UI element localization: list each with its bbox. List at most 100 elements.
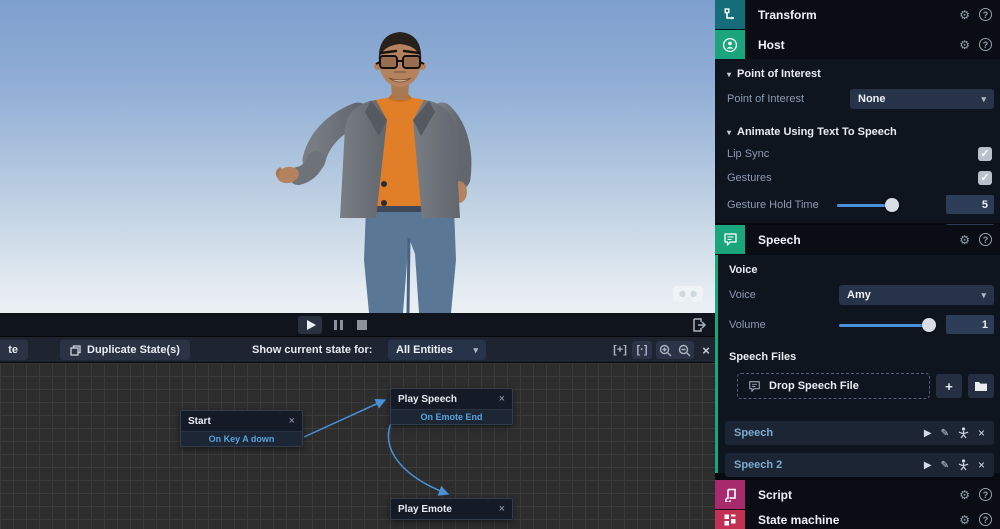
pop-out-icon[interactable] <box>691 317 707 333</box>
node-close-icon[interactable]: × <box>499 394 505 405</box>
node-title: Play Speech <box>398 394 457 405</box>
speech-files-section-header: Speech Files <box>715 339 1000 367</box>
node-event[interactable]: On Key A down <box>181 431 302 446</box>
graph-node-play-emote[interactable]: Play Emote × <box>390 498 513 520</box>
speech-component-body: Voice Voice Amy ▾ Volume 1 Speech Files <box>715 255 1000 473</box>
help-icon[interactable]: ? <box>979 233 992 246</box>
state-machine-toolbar: te Duplicate State(s) Show current state… <box>0 337 715 363</box>
voice-dropdown-value: Amy <box>847 289 871 301</box>
slider-knob[interactable] <box>922 318 936 332</box>
play-button[interactable] <box>298 316 322 334</box>
node-close-icon[interactable]: × <box>499 504 505 515</box>
plus-icon: + <box>945 379 953 394</box>
duplicate-state-button[interactable]: Duplicate State(s) <box>60 340 190 360</box>
poi-section-header[interactable]: ▾ Point of Interest <box>715 59 1000 84</box>
slider-knob[interactable] <box>885 198 899 212</box>
volume-slider[interactable] <box>839 318 938 332</box>
pause-button[interactable] <box>326 316 350 334</box>
component-title: Transform <box>758 8 959 22</box>
script-icon <box>715 480 745 509</box>
component-header-speech[interactable]: Speech ⚙ ? <box>715 225 1000 254</box>
host-icon <box>715 30 745 59</box>
edit-speech-file-icon[interactable]: ✎ <box>941 428 949 439</box>
drop-speech-file-zone[interactable]: Drop Speech File <box>737 373 930 399</box>
poi-label: Point of Interest <box>727 93 837 105</box>
frame-selected-button[interactable]: [·] <box>632 341 652 359</box>
gear-icon[interactable]: ⚙ <box>959 38 970 52</box>
component-header-state-machine[interactable]: State machine ⚙ ? <box>715 510 1000 529</box>
speech-file-row[interactable]: Speech ▶ ✎ × <box>725 421 994 445</box>
close-graph-button[interactable]: × <box>698 341 714 359</box>
app-window: te Duplicate State(s) Show current state… <box>0 0 1000 529</box>
edit-speech-file-icon[interactable]: ✎ <box>941 460 949 471</box>
gesture-hold-label: Gesture Hold Time <box>727 199 837 211</box>
speech-file-name: Speech <box>734 427 915 439</box>
voice-label: Voice <box>729 289 839 301</box>
zoom-out-icon[interactable] <box>678 344 691 357</box>
play-speech-file-icon[interactable]: ▶ <box>924 460 932 471</box>
partial-state-button[interactable]: te <box>0 340 28 360</box>
entities-dropdown-value: All Entities <box>396 344 453 356</box>
play-icon <box>307 320 316 330</box>
zoom-controls <box>656 341 694 359</box>
graph-node-start[interactable]: Start × On Key A down <box>180 410 303 447</box>
volume-label: Volume <box>729 319 839 331</box>
speech-file-row[interactable]: Speech 2 ▶ ✎ × <box>725 453 994 477</box>
help-icon[interactable]: ? <box>979 8 992 21</box>
gear-icon[interactable]: ⚙ <box>959 513 970 527</box>
copy-icon <box>70 345 81 356</box>
frame-all-icon: [+] <box>613 344 627 356</box>
inspector-panel: Transform ⚙ ? Host ⚙ ? ▾ Point of Intere… <box>715 0 1000 529</box>
voice-dropdown[interactable]: Amy ▾ <box>839 285 994 305</box>
gesture-mark-icon[interactable] <box>958 427 969 439</box>
volume-input[interactable]: 1 <box>946 315 994 334</box>
poi-dropdown[interactable]: None ▾ <box>850 89 994 109</box>
delete-speech-file-icon[interactable]: × <box>978 458 985 472</box>
duplicate-state-label: Duplicate State(s) <box>87 344 180 356</box>
component-header-transform[interactable]: Transform ⚙ ? <box>715 0 1000 29</box>
frame-all-button[interactable]: [+] <box>610 341 630 359</box>
poi-dropdown-value: None <box>858 93 886 105</box>
browse-files-button[interactable] <box>968 374 994 398</box>
state-graph-canvas[interactable]: Start × On Key A down Play Speech × On E… <box>0 363 715 529</box>
drop-speech-file-label: Drop Speech File <box>769 380 859 392</box>
component-header-host[interactable]: Host ⚙ ? <box>715 30 1000 59</box>
chevron-down-icon: ▾ <box>473 345 478 356</box>
node-title: Start <box>188 416 211 427</box>
help-icon[interactable]: ? <box>979 488 992 501</box>
tts-section-header[interactable]: ▾ Animate Using Text To Speech <box>715 114 1000 142</box>
gesture-hold-slider[interactable] <box>837 198 938 212</box>
gear-icon[interactable]: ⚙ <box>959 8 970 22</box>
entities-dropdown[interactable]: All Entities ▾ <box>388 340 486 360</box>
stop-button[interactable] <box>350 316 374 334</box>
pause-icon <box>334 320 343 330</box>
gesture-hold-input[interactable]: 5 <box>946 195 994 214</box>
help-icon[interactable]: ? <box>979 513 992 526</box>
show-current-state-label: Show current state for: <box>252 344 372 356</box>
gestures-checkbox[interactable]: ✓ <box>978 171 992 185</box>
component-header-script[interactable]: Script ⚙ ? <box>715 480 1000 509</box>
play-speech-file-icon[interactable]: ▶ <box>924 428 932 439</box>
host-character <box>270 22 500 313</box>
node-close-icon[interactable]: × <box>289 416 295 427</box>
playback-bar <box>0 313 715 337</box>
component-title: Script <box>758 488 959 502</box>
gear-icon[interactable]: ⚙ <box>959 233 970 247</box>
component-title: State machine <box>758 513 959 527</box>
chevron-down-icon: ▾ <box>981 94 986 105</box>
help-icon[interactable]: ? <box>979 38 992 51</box>
viewport-3d[interactable] <box>0 0 715 313</box>
vr-goggles-icon[interactable] <box>673 284 703 305</box>
gear-icon[interactable]: ⚙ <box>959 488 970 502</box>
component-title: Speech <box>758 233 959 247</box>
node-title: Play Emote <box>398 504 452 515</box>
graph-node-play-speech[interactable]: Play Speech × On Emote End <box>390 388 513 425</box>
delete-speech-file-icon[interactable]: × <box>978 426 985 440</box>
lip-sync-checkbox[interactable]: ✓ <box>978 147 992 161</box>
gesture-mark-icon[interactable] <box>958 459 969 471</box>
node-event[interactable]: On Emote End <box>391 409 512 424</box>
chevron-down-icon: ▾ <box>981 290 986 301</box>
gestures-label: Gestures <box>727 172 837 184</box>
add-speech-file-button[interactable]: + <box>936 374 962 398</box>
zoom-in-icon[interactable] <box>659 344 672 357</box>
